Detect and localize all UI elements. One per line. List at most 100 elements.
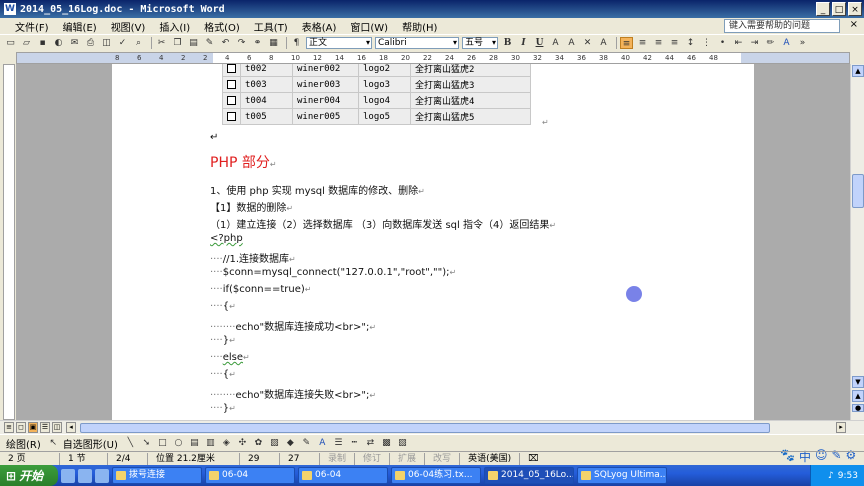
outline-view-icon[interactable]: ☰ xyxy=(40,422,50,433)
highlight-text-icon[interactable]: A xyxy=(597,37,610,49)
scroll-right-arrow-icon[interactable]: ▸ xyxy=(836,422,846,433)
line-color-icon[interactable]: ✎ xyxy=(300,437,313,449)
dash-style-icon[interactable]: ┅ xyxy=(348,437,361,449)
font-size-select[interactable]: 五号 xyxy=(462,36,498,49)
menu-view[interactable]: 视图(V) xyxy=(104,19,153,34)
close-document-button[interactable]: × xyxy=(850,19,858,30)
print-view-icon[interactable]: ▣ xyxy=(28,422,38,433)
justify-icon[interactable]: ≡ xyxy=(668,37,681,49)
status-record[interactable]: 录制 xyxy=(320,452,356,465)
char-shading-icon[interactable]: A xyxy=(565,37,578,49)
print-icon[interactable]: ⎙ xyxy=(84,37,97,49)
font-select[interactable]: Calibri xyxy=(375,36,459,49)
menu-tools[interactable]: 工具(T) xyxy=(247,19,295,34)
reading-view-icon[interactable]: ◫ xyxy=(52,422,62,433)
toolbar-options-icon[interactable]: » xyxy=(796,37,809,49)
status-overtype[interactable]: 改写 xyxy=(425,452,461,465)
scroll-up-arrow-icon[interactable]: ▲ xyxy=(852,65,864,77)
horizontal-ruler[interactable]: 8 6 4 2 2 4 6 8 10 12 14 16 18 20 22 24 26 28 30 32 34 36 38 40… xyxy=(16,52,850,64)
scroll-left-arrow-icon[interactable]: ◂ xyxy=(66,422,76,433)
italic-button[interactable]: I xyxy=(517,37,530,49)
hyperlink-icon[interactable]: ⚭ xyxy=(251,37,264,49)
checkbox-icon[interactable] xyxy=(227,111,236,121)
copy-icon[interactable]: ❐ xyxy=(171,37,184,49)
task-notepad[interactable]: 06-04练习.tx... xyxy=(391,467,481,484)
vertical-textbox-icon[interactable]: ▥ xyxy=(204,437,217,449)
align-left-icon[interactable]: ≡ xyxy=(620,36,633,49)
arrow-style-icon[interactable]: ⇄ xyxy=(364,437,377,449)
research-icon[interactable]: ⌕ xyxy=(132,37,145,49)
menu-format[interactable]: 格式(O) xyxy=(197,19,247,34)
decrease-indent-icon[interactable]: ⇤ xyxy=(732,37,745,49)
rectangle-icon[interactable]: □ xyxy=(156,437,169,449)
font-color-icon[interactable]: A xyxy=(780,37,793,49)
quicklaunch-media-icon[interactable] xyxy=(95,468,109,483)
spelling-status-icon[interactable]: ⌧ xyxy=(520,453,546,465)
save-icon[interactable]: ▪ xyxy=(36,37,49,49)
browse-object-icon[interactable]: ● xyxy=(852,404,864,412)
task-folder-2[interactable]: 06-04 xyxy=(298,467,388,484)
picture-icon[interactable]: ▨ xyxy=(268,437,281,449)
minimize-button[interactable]: _ xyxy=(816,2,830,16)
char-border-icon[interactable]: A xyxy=(549,37,562,49)
checkbox-icon[interactable] xyxy=(227,64,236,73)
maximize-button[interactable]: □ xyxy=(832,2,846,16)
task-word[interactable]: 2014_05_16Lo... xyxy=(484,467,574,484)
oval-icon[interactable]: ○ xyxy=(172,437,185,449)
wordart-icon[interactable]: ◈ xyxy=(220,437,233,449)
task-dialup[interactable]: 拨号连接 xyxy=(112,467,202,484)
textbox-icon[interactable]: ▤ xyxy=(188,437,201,449)
normal-view-icon[interactable]: ≡ xyxy=(4,422,14,433)
horizontal-scrollbar[interactable]: ≡ ◻ ▣ ☰ ◫ ◂ ▸ xyxy=(0,420,864,434)
draw-font-color-icon[interactable]: A xyxy=(316,437,329,449)
tray-volume-icon[interactable]: ♪ xyxy=(828,471,834,481)
help-search-input[interactable]: 键入需要帮助的问题 xyxy=(724,19,840,33)
horizontal-scroll-thumb[interactable] xyxy=(80,423,770,433)
select-objects-icon[interactable]: ↖ xyxy=(47,437,60,449)
spelling-icon[interactable]: ✓ xyxy=(116,37,129,49)
task-sqlyog[interactable]: SQLyog Ultima... xyxy=(577,467,667,484)
numbering-icon[interactable]: ⋮ xyxy=(700,37,713,49)
underline-button[interactable]: U xyxy=(533,37,546,49)
align-right-icon[interactable]: ≡ xyxy=(652,37,665,49)
open-folder-icon[interactable]: ▱ xyxy=(20,37,33,49)
style-select[interactable]: 正文 xyxy=(306,36,372,49)
menu-edit[interactable]: 编辑(E) xyxy=(56,19,104,34)
web-view-icon[interactable]: ◻ xyxy=(16,422,26,433)
align-center-icon[interactable]: ≡ xyxy=(636,37,649,49)
task-folder-1[interactable]: 06-04 xyxy=(205,467,295,484)
previous-page-icon[interactable]: ▲ xyxy=(852,390,864,402)
clipart-icon[interactable]: ✿ xyxy=(252,437,265,449)
print-preview-icon[interactable]: ◫ xyxy=(100,37,113,49)
redo-icon[interactable]: ↷ xyxy=(235,37,248,49)
shadow-style-icon[interactable]: ▩ xyxy=(380,437,393,449)
menu-file[interactable]: 文件(F) xyxy=(8,19,56,34)
email-icon[interactable]: ✉ xyxy=(68,37,81,49)
line-style-icon[interactable]: ☰ xyxy=(332,437,345,449)
paste-icon[interactable]: ▤ xyxy=(187,37,200,49)
status-language[interactable]: 英语(美国) xyxy=(460,452,521,465)
document-page[interactable]: t002 winer002 logo2 全打离山猛虎2 t003 winer003 logo… xyxy=(112,64,754,420)
tables-borders-icon[interactable]: ▦ xyxy=(267,37,280,49)
undo-icon[interactable]: ↶ xyxy=(219,37,232,49)
menu-insert[interactable]: 插入(I) xyxy=(152,19,197,34)
scale-icon[interactable]: ✕ xyxy=(581,37,594,49)
fill-color-icon[interactable]: ◆ xyxy=(284,437,297,449)
styles-icon[interactable]: ¶ xyxy=(290,37,303,49)
format-painter-icon[interactable]: ✎ xyxy=(203,37,216,49)
increase-indent-icon[interactable]: ⇥ xyxy=(748,37,761,49)
close-window-button[interactable]: × xyxy=(848,2,862,16)
status-track-changes[interactable]: 修订 xyxy=(355,452,391,465)
bullets-icon[interactable]: • xyxy=(716,37,729,49)
new-document-icon[interactable]: ▭ xyxy=(4,37,17,49)
quicklaunch-ie-icon[interactable] xyxy=(61,468,75,483)
status-extend[interactable]: 扩展 xyxy=(390,452,426,465)
menu-table[interactable]: 表格(A) xyxy=(295,19,344,34)
start-button[interactable]: ⊞ 开始 xyxy=(0,465,58,486)
vertical-scroll-thumb[interactable] xyxy=(852,174,864,208)
checkbox-icon[interactable] xyxy=(227,95,236,105)
draw-menu-button[interactable]: 绘图(R) xyxy=(6,436,41,451)
arrow-icon[interactable]: ➘ xyxy=(140,437,153,449)
tray-clock[interactable]: 9:53 xyxy=(838,471,858,481)
menu-window[interactable]: 窗口(W) xyxy=(343,19,395,34)
